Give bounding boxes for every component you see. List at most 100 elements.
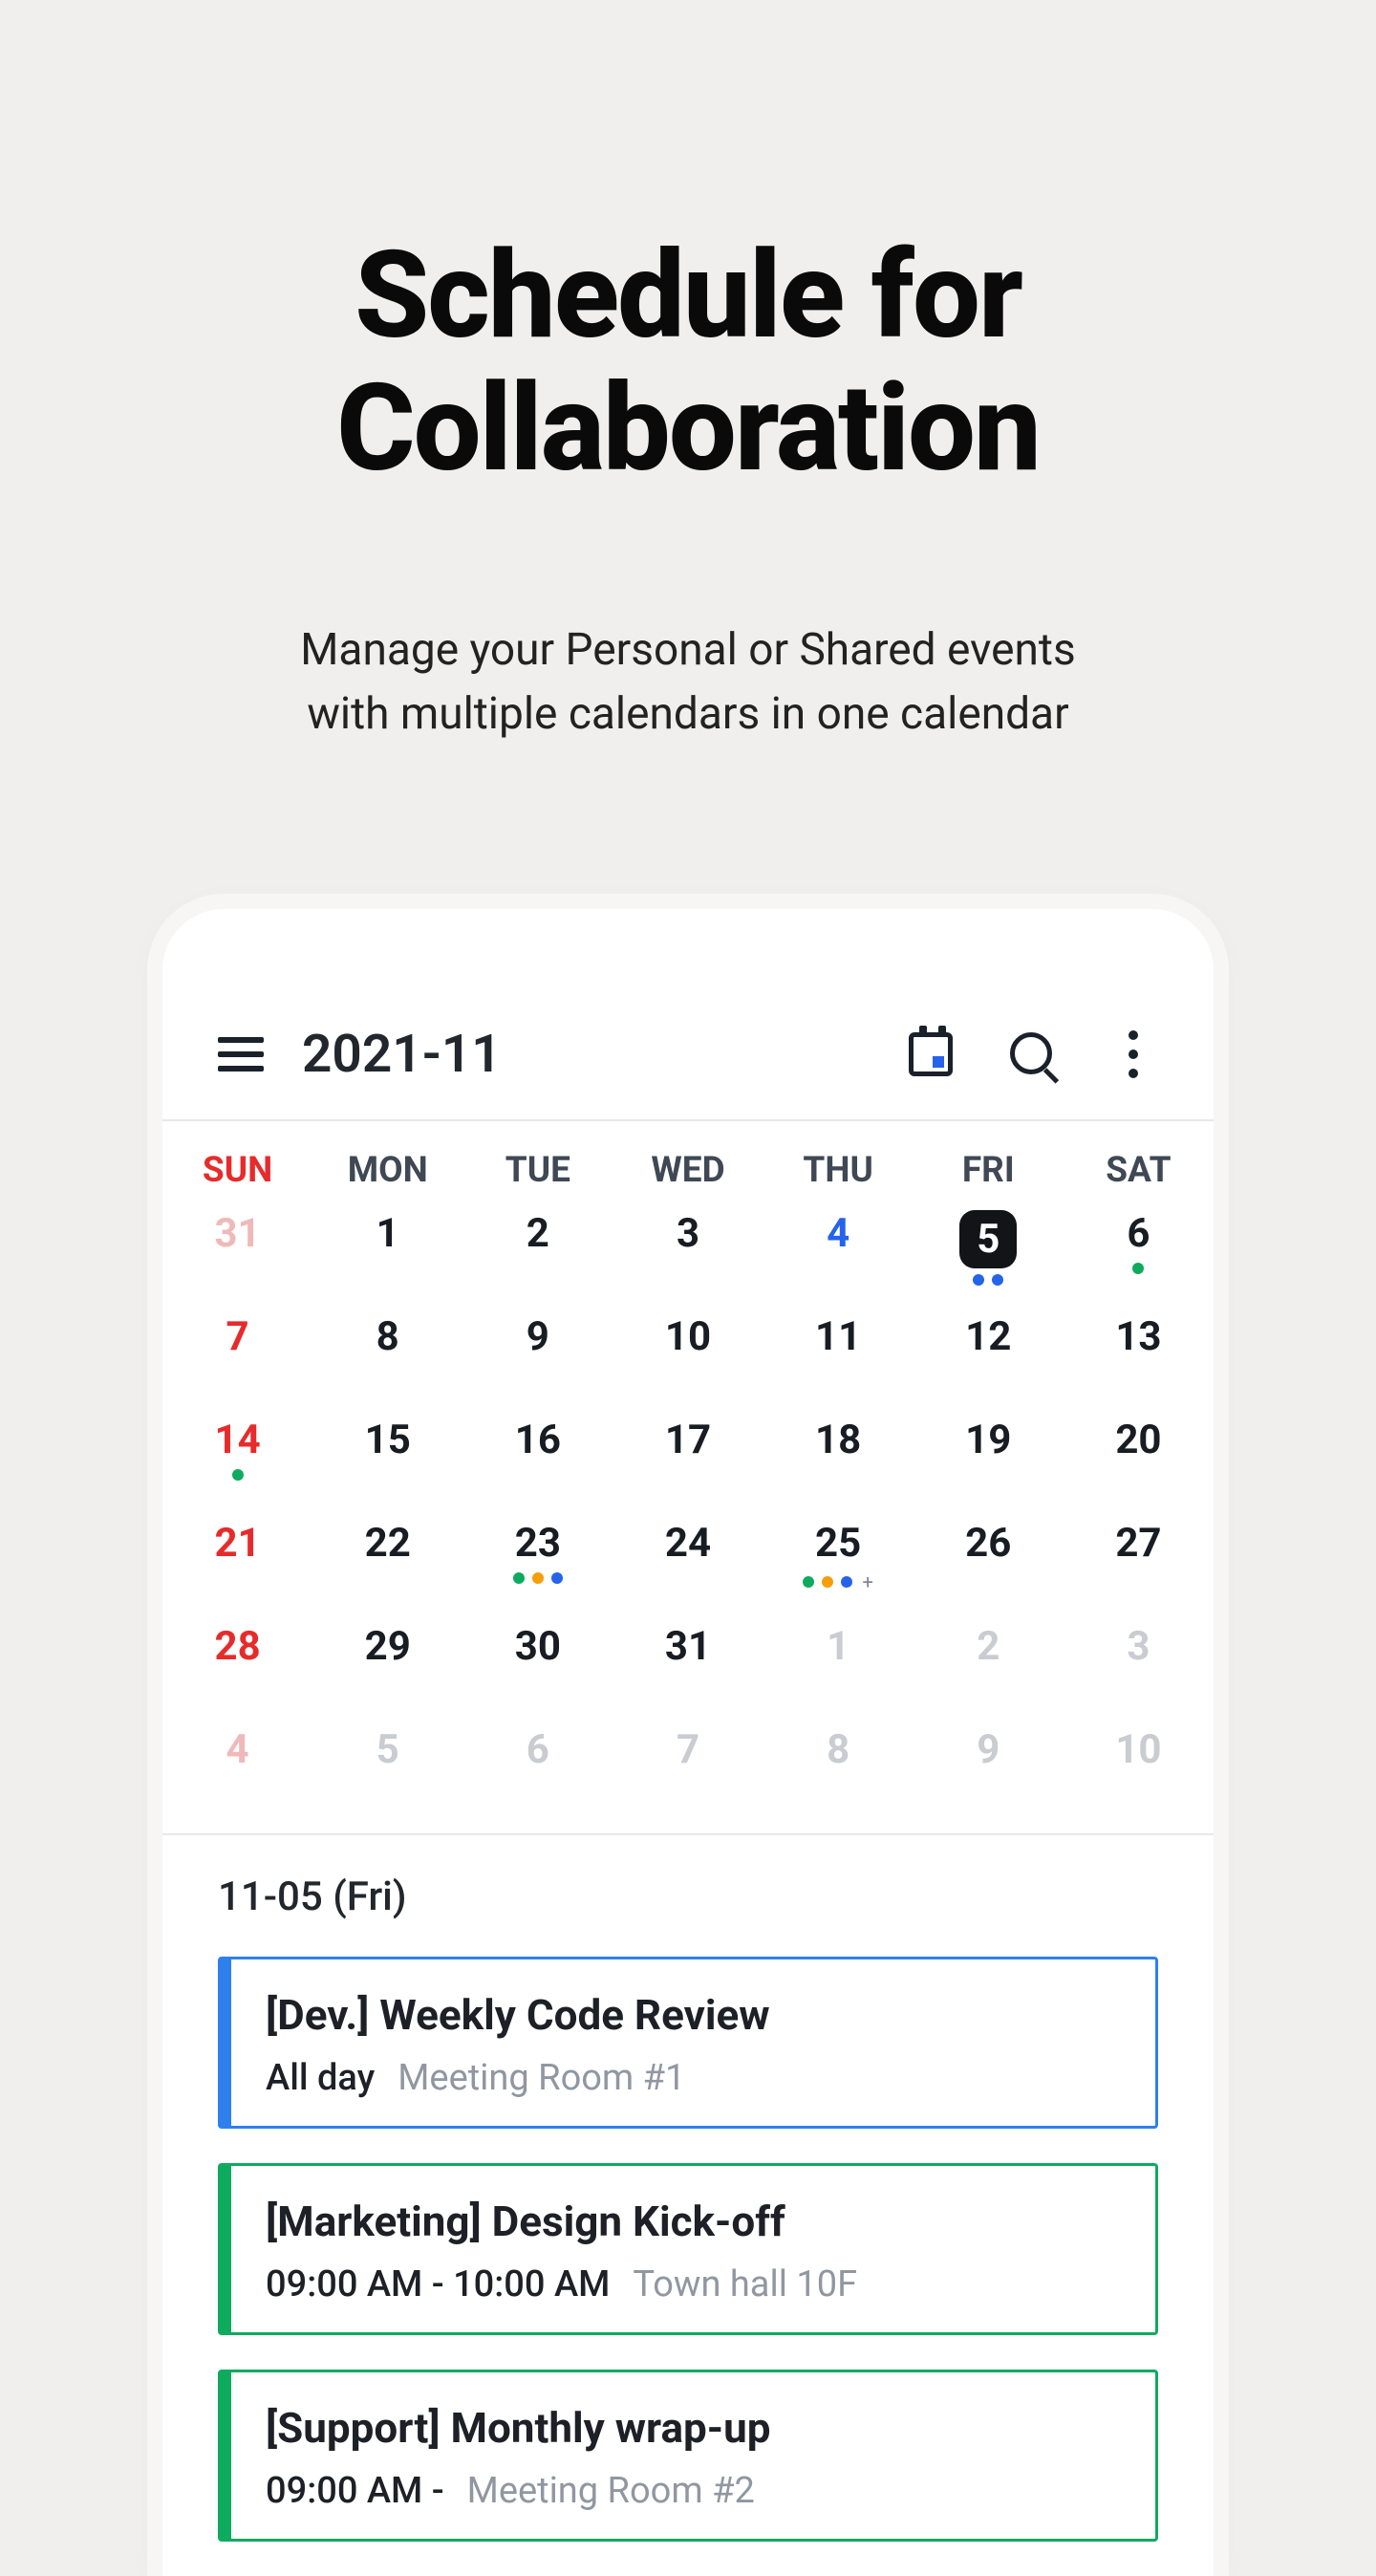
- event-time: 09:00 AM -: [266, 2470, 444, 2512]
- calendar-grid: SUNMONTUEWEDTHUFRISAT 311234567891011121…: [162, 1119, 1214, 1826]
- weekday-header: SUNMONTUEWEDTHUFRISAT: [162, 1121, 1214, 1206]
- day-number: 2: [977, 1623, 1000, 1670]
- event-card[interactable]: [Dev.] Weekly Code ReviewAll dayMeeting …: [218, 1957, 1158, 2129]
- agenda-section: 11-05 (Fri) [Dev.] Weekly Code ReviewAll…: [162, 1833, 1214, 2542]
- day-number: 25: [815, 1520, 861, 1567]
- day-number: 8: [376, 1313, 399, 1360]
- day-cell[interactable]: 5: [312, 1722, 462, 1826]
- day-cell[interactable]: 30: [462, 1619, 613, 1722]
- day-cell[interactable]: 6: [462, 1722, 613, 1826]
- day-cell[interactable]: 10: [1064, 1722, 1214, 1826]
- day-number: 6: [1127, 1210, 1150, 1257]
- day-number: 13: [1115, 1313, 1161, 1360]
- day-cell[interactable]: 4: [162, 1722, 312, 1826]
- day-cell[interactable]: 7: [613, 1722, 763, 1826]
- event-location: Meeting Room #1: [398, 2057, 685, 2099]
- day-number: 5: [376, 1726, 399, 1773]
- event-dot-icon: [551, 1572, 563, 1584]
- day-number: 22: [365, 1520, 411, 1567]
- day-number: 8: [827, 1726, 849, 1773]
- day-cell[interactable]: 14: [162, 1413, 312, 1516]
- day-cell[interactable]: 2: [462, 1206, 613, 1310]
- day-cell[interactable]: 28: [162, 1619, 312, 1722]
- day-number: 23: [515, 1520, 561, 1567]
- day-number: 9: [977, 1726, 1000, 1773]
- week-row: 4 5 67 8 9 10: [162, 1722, 1214, 1826]
- day-cell[interactable]: 5: [914, 1206, 1064, 1310]
- hero: Schedule for Collaboration Manage your P…: [0, 0, 1376, 747]
- hero-subtitle-line1: Manage your Personal or Shared events: [300, 624, 1075, 676]
- day-cell[interactable]: 23: [462, 1516, 613, 1619]
- event-dot-icon: [532, 1572, 544, 1584]
- day-cell[interactable]: 25+: [763, 1516, 914, 1619]
- day-number: 4: [226, 1726, 249, 1773]
- day-cell[interactable]: 4: [763, 1206, 914, 1310]
- day-cell[interactable]: 9: [462, 1310, 613, 1413]
- event-indicators: [1132, 1263, 1144, 1274]
- day-number: 7: [226, 1313, 249, 1360]
- day-cell[interactable]: 6: [1064, 1206, 1214, 1310]
- day-number: 21: [214, 1520, 260, 1567]
- day-number: 18: [815, 1417, 861, 1463]
- day-cell[interactable]: 29: [312, 1619, 462, 1722]
- day-cell[interactable]: 26: [914, 1516, 1064, 1619]
- week-row: 2829 30 311 2 3: [162, 1619, 1214, 1722]
- app-topbar: 2021-11: [162, 909, 1214, 1119]
- day-cell[interactable]: 11: [763, 1310, 914, 1413]
- weekday-label: SUN: [162, 1121, 312, 1206]
- day-cell[interactable]: 15: [312, 1413, 462, 1516]
- day-cell[interactable]: 2: [914, 1619, 1064, 1722]
- day-number: 17: [665, 1417, 711, 1463]
- day-cell[interactable]: 16: [462, 1413, 613, 1516]
- day-cell[interactable]: 3: [1064, 1619, 1214, 1722]
- day-cell[interactable]: 3: [613, 1206, 763, 1310]
- day-number: 11: [815, 1313, 861, 1360]
- event-meta: All dayMeeting Room #1: [266, 2057, 1121, 2099]
- day-cell[interactable]: 1: [763, 1619, 914, 1722]
- day-cell[interactable]: 7: [162, 1310, 312, 1413]
- day-cell[interactable]: 10: [613, 1310, 763, 1413]
- event-time: 09:00 AM - 10:00 AM: [266, 2263, 610, 2305]
- day-cell[interactable]: 31: [613, 1619, 763, 1722]
- event-dot-icon: [841, 1576, 852, 1588]
- search-button[interactable]: [1007, 1029, 1057, 1079]
- event-card[interactable]: [Marketing] Design Kick-off09:00 AM - 10…: [218, 2163, 1158, 2335]
- hero-title: Schedule for Collaboration: [76, 229, 1300, 494]
- day-cell[interactable]: 27: [1064, 1516, 1214, 1619]
- day-number: 20: [1115, 1417, 1161, 1463]
- day-cell[interactable]: 17: [613, 1413, 763, 1516]
- event-meta: 09:00 AM - 10:00 AMTown hall 10F: [266, 2263, 1121, 2305]
- day-cell[interactable]: 9: [914, 1722, 1064, 1826]
- event-dot-icon: [992, 1274, 1003, 1286]
- day-cell[interactable]: 31: [162, 1206, 312, 1310]
- day-cell[interactable]: 8: [312, 1310, 462, 1413]
- weekday-label: TUE: [462, 1121, 613, 1206]
- weeks-container: 3112345678910111213141516171819202122232…: [162, 1206, 1214, 1826]
- more-button[interactable]: [1108, 1029, 1158, 1079]
- event-card[interactable]: [Support] Monthly wrap-up09:00 AM -Meeti…: [218, 2370, 1158, 2542]
- weekday-label: WED: [613, 1121, 763, 1206]
- day-number: 30: [515, 1623, 561, 1670]
- day-cell[interactable]: 18: [763, 1413, 914, 1516]
- day-cell[interactable]: 8: [763, 1722, 914, 1826]
- menu-icon[interactable]: [218, 1037, 264, 1072]
- day-cell[interactable]: 21: [162, 1516, 312, 1619]
- today-button[interactable]: [906, 1029, 956, 1079]
- day-cell[interactable]: 1: [312, 1206, 462, 1310]
- day-number: 15: [365, 1417, 411, 1463]
- week-row: 31123 4 5 6: [162, 1206, 1214, 1310]
- day-number: 10: [665, 1313, 711, 1360]
- day-cell[interactable]: 24: [613, 1516, 763, 1619]
- day-number: 4: [827, 1210, 849, 1257]
- kebab-icon: [1129, 1030, 1138, 1078]
- day-cell[interactable]: 20: [1064, 1413, 1214, 1516]
- day-number: 27: [1115, 1520, 1161, 1567]
- day-number: 16: [515, 1417, 561, 1463]
- day-number: 5: [959, 1210, 1017, 1268]
- month-selector[interactable]: 2021-11: [302, 1024, 868, 1085]
- day-cell[interactable]: 22: [312, 1516, 462, 1619]
- calendar-icon: [909, 1032, 953, 1076]
- day-cell[interactable]: 19: [914, 1413, 1064, 1516]
- day-cell[interactable]: 12: [914, 1310, 1064, 1413]
- day-cell[interactable]: 13: [1064, 1310, 1214, 1413]
